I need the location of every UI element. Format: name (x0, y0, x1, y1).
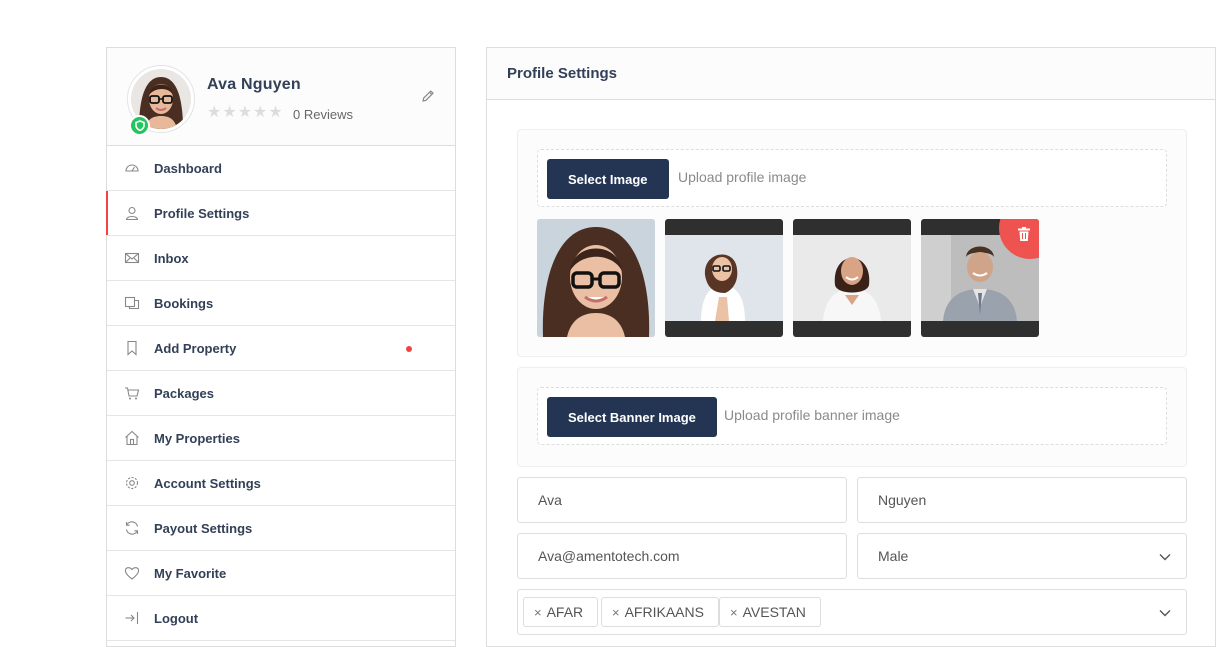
sidebar-item-label: Payout Settings (154, 520, 253, 536)
languages-select[interactable]: × AFAR × AFRIKAANS × AVESTAN (517, 589, 1187, 635)
profile-header: Ava Nguyen ★ ★ ★ ★ ★ 0 Reviews (107, 48, 455, 146)
upload-hint: Upload profile image (678, 169, 807, 185)
tag-label: AFRIKAANS (624, 604, 704, 620)
sidebar-item-my-properties[interactable]: My Properties (107, 416, 455, 461)
profile-settings-panel: Profile Settings Select Image Upload pro… (486, 47, 1216, 647)
tag-label: AFAR (546, 604, 584, 620)
logout-icon (124, 610, 140, 626)
gear-icon (124, 475, 140, 491)
sidebar-item-label: Bookings (154, 295, 214, 311)
language-tag: × AFRIKAANS (601, 597, 719, 627)
star-icon: ★ (222, 104, 237, 121)
remove-tag-icon[interactable]: × (612, 605, 620, 620)
star-icon: ★ (253, 104, 268, 121)
sidebar-item-inbox[interactable]: Inbox (107, 236, 455, 281)
chevron-down-icon (1159, 610, 1171, 617)
heart-icon (124, 565, 140, 581)
user-name: Ava Nguyen (207, 76, 301, 93)
language-tag: × AVESTAN (719, 597, 821, 627)
cart-icon (124, 385, 140, 401)
page-title: Profile Settings (507, 65, 618, 82)
sidebar-item-label: Dashboard (154, 160, 222, 176)
sidebar-item-profile-settings[interactable]: Profile Settings (106, 191, 455, 236)
sidebar-item-payout-settings[interactable]: Payout Settings (107, 506, 455, 551)
gender-select[interactable]: Male (857, 533, 1187, 579)
sidebar-item-packages[interactable]: Packages (107, 371, 455, 416)
profile-image-thumb[interactable] (665, 219, 783, 337)
sidebar-item-label: Logout (154, 610, 199, 626)
gender-value: Male (878, 548, 909, 564)
email-field[interactable]: Ava@amentotech.com (517, 533, 847, 579)
remove-tag-icon[interactable]: × (534, 605, 542, 620)
refresh-icon (124, 520, 140, 536)
star-icon: ★ (268, 104, 283, 121)
pencil-icon[interactable] (421, 89, 435, 103)
sidebar-item-add-property[interactable]: Add Property (107, 326, 455, 371)
sidebar-nav: Dashboard Profile Settings Inbox Booking… (106, 146, 455, 641)
home-icon (124, 430, 140, 446)
dashboard-icon (124, 160, 140, 176)
tag-label: AVESTAN (742, 604, 806, 620)
sidebar-item-bookings[interactable]: Bookings (107, 281, 455, 326)
bookmark-icon (124, 340, 140, 356)
profile-image-gallery (537, 219, 1039, 337)
trash-icon[interactable] (1018, 227, 1030, 241)
sidebar-item-account-settings[interactable]: Account Settings (107, 461, 455, 506)
reviews-count: 0 Reviews (293, 107, 353, 122)
upload-banner-hint: Upload profile banner image (724, 407, 900, 423)
first-name-field[interactable]: Ava (517, 477, 847, 523)
profile-image-thumb[interactable] (921, 219, 1039, 337)
banner-image-section: Select Banner Image Upload profile banne… (517, 367, 1187, 467)
envelope-icon (124, 250, 140, 266)
profile-image-dropzone[interactable]: Select Image Upload profile image (537, 149, 1167, 207)
panel-header: Profile Settings (487, 48, 1215, 100)
sidebar-item-label: My Properties (154, 430, 240, 446)
rating-stars: ★ ★ ★ ★ ★ (207, 105, 283, 121)
notification-dot (406, 346, 412, 352)
avatar (127, 65, 195, 136)
chevron-down-icon (1159, 554, 1171, 561)
banner-image-dropzone[interactable]: Select Banner Image Upload profile banne… (537, 387, 1167, 445)
profile-image-thumb[interactable] (793, 219, 911, 337)
bookings-icon (124, 295, 140, 311)
sidebar-item-label: Inbox (154, 250, 189, 266)
sidebar-item-label: Add Property (154, 340, 237, 356)
language-tag: × AFAR (523, 597, 599, 627)
select-banner-image-button[interactable]: Select Banner Image (547, 397, 717, 437)
star-icon: ★ (237, 104, 253, 121)
sidebar-item-label: Packages (154, 385, 214, 401)
sidebar-item-label: Account Settings (154, 475, 261, 491)
verified-badge-icon (129, 115, 150, 136)
user-icon (124, 205, 140, 221)
sidebar-item-logout[interactable]: Logout (107, 596, 455, 641)
sidebar-item-dashboard[interactable]: Dashboard (107, 146, 455, 191)
select-image-button[interactable]: Select Image (547, 159, 669, 199)
remove-tag-icon[interactable]: × (730, 605, 738, 620)
profile-image-thumb[interactable] (537, 219, 655, 337)
dashboard-sidebar: Ava Nguyen ★ ★ ★ ★ ★ 0 Reviews Dashboard… (106, 47, 456, 647)
star-icon: ★ (207, 104, 222, 121)
sidebar-item-label: My Favorite (154, 565, 227, 581)
sidebar-item-label: Profile Settings (154, 205, 250, 221)
sidebar-item-my-favorite[interactable]: My Favorite (107, 551, 455, 596)
profile-image-section: Select Image Upload profile image (517, 129, 1187, 357)
last-name-field[interactable]: Nguyen (857, 477, 1187, 523)
